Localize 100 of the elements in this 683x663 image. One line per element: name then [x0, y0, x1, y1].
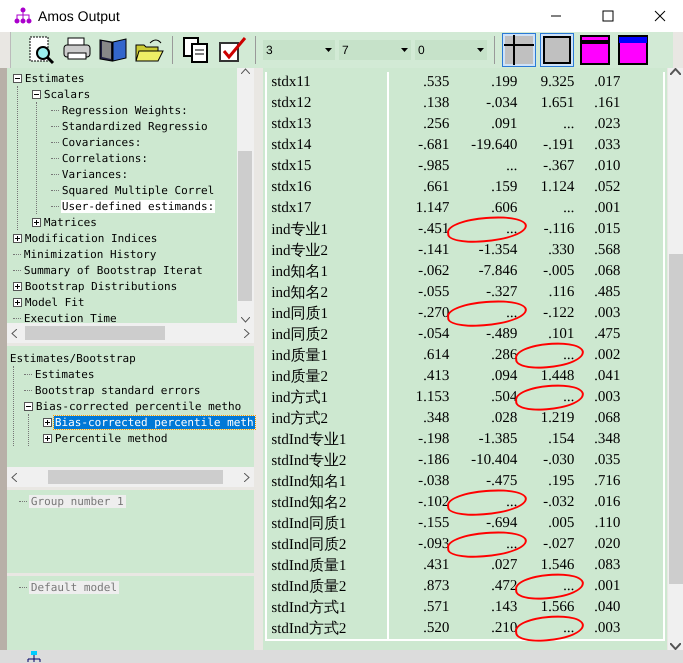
tree-item[interactable]: Variances:: [60, 168, 130, 180]
row-label: stdx14: [270, 137, 312, 154]
scroll-thumb[interactable]: [668, 254, 683, 584]
scroll-right-icon[interactable]: [244, 328, 250, 338]
tree-item[interactable]: Estimates/Bootstrap: [8, 352, 137, 364]
table-cell-text: 1.147: [414, 200, 450, 217]
scroll-down-icon[interactable]: [240, 317, 250, 323]
table-cell-text: 1.124: [540, 179, 574, 196]
tree-item[interactable]: Bootstrap Distributions: [24, 280, 178, 292]
table-cell-text: .520: [422, 620, 450, 637]
row-label: stdInd专业1: [270, 430, 346, 449]
row-label: ind知名1: [270, 263, 328, 281]
table-cell-text: .571: [422, 599, 450, 616]
dropdown-arrow-icon[interactable]: [401, 48, 408, 52]
table-cell-text: -.155: [417, 515, 450, 532]
tree-item[interactable]: Minimization History: [22, 248, 158, 260]
scroll-thumb[interactable]: [238, 150, 252, 300]
table-cell-text: .154: [547, 431, 574, 448]
tree-item[interactable]: Standardized Regressio: [60, 120, 209, 132]
table-cell-text: .003: [593, 389, 620, 406]
tree-item[interactable]: Bias-corrected percentile meth: [54, 416, 255, 428]
table-cell-text: .020: [593, 536, 620, 553]
tree-item[interactable]: Bias-corrected percentile metho: [34, 400, 242, 412]
row-label: stdx13: [270, 116, 312, 133]
number-dropdown[interactable]: 7: [339, 40, 411, 60]
table-cell: ...: [517, 578, 574, 595]
checkbox-icon[interactable]: [216, 35, 248, 65]
table-cell-text: .101: [547, 326, 574, 343]
scroll-up-icon[interactable]: [240, 68, 250, 74]
tree-item[interactable]: Execution Time: [22, 312, 118, 323]
row-label: stdInd知名1: [270, 473, 346, 491]
tree-item[interactable]: Estimates: [24, 72, 86, 84]
table-cell-text: .041: [593, 368, 620, 385]
scroll-thumb[interactable]: [25, 326, 166, 340]
table-cell-text: .568: [593, 242, 620, 259]
scroll-right-icon[interactable]: [244, 472, 250, 482]
tree-item[interactable]: Scalars: [42, 88, 92, 100]
table-cell-text: 1.566: [540, 599, 574, 616]
row-label: ind同质2: [270, 326, 328, 344]
expand-icon[interactable]: [12, 234, 22, 242]
table-cell-text: .472: [490, 578, 518, 595]
view-toggle-button[interactable]: [540, 33, 574, 67]
table-cell-text: 1.546: [540, 557, 574, 574]
view-toggle-button[interactable]: [502, 33, 536, 67]
tree-item[interactable]: Matrices: [42, 216, 98, 228]
scroll-up-icon[interactable]: [670, 68, 682, 75]
expand-icon[interactable]: [32, 218, 41, 226]
tree-item[interactable]: Bootstrap standard errors: [34, 384, 202, 396]
expand-icon[interactable]: [12, 282, 22, 290]
group-item[interactable]: Group number 1: [28, 494, 126, 508]
tree-item[interactable]: Estimates: [34, 368, 96, 380]
row-label: stdx16: [270, 179, 312, 196]
table-cell-text: .716: [593, 473, 620, 490]
table-cell-text: 9.325: [540, 74, 574, 91]
collapse-icon[interactable]: [32, 90, 41, 98]
tree-item[interactable]: Model Fit: [24, 296, 86, 308]
table-cell-text: .606: [490, 200, 518, 217]
expand-icon[interactable]: [42, 418, 52, 426]
tree-item[interactable]: Covariances:: [60, 136, 142, 148]
table-cell-text: -.327: [485, 284, 518, 301]
expand-icon[interactable]: [12, 298, 22, 306]
scroll-thumb[interactable]: [48, 470, 223, 484]
table-cell-text: -.062: [417, 263, 450, 280]
tree-item[interactable]: Squared Multiple Correl: [60, 184, 216, 196]
collapse-icon[interactable]: [24, 402, 33, 410]
model-item[interactable]: Default model: [28, 580, 119, 594]
table-cell: ...: [517, 347, 574, 364]
table-cell-text: -.681: [417, 137, 450, 154]
scroll-left-icon[interactable]: [10, 328, 17, 338]
view-toggle-button[interactable]: [578, 33, 612, 67]
table-cell-text: .535: [422, 74, 450, 91]
tree-item[interactable]: Summary of Bootstrap Iterat: [22, 264, 204, 276]
table-cell-text: .330: [547, 242, 574, 259]
dropdown-arrow-icon[interactable]: [325, 48, 332, 52]
table-cell-text: -.186: [417, 452, 450, 469]
table-cell-text: .159: [490, 179, 518, 196]
table-cell-text: -.198: [417, 431, 450, 448]
tree-item[interactable]: Regression Weights:: [60, 104, 189, 116]
table-cell-text: -.034: [485, 95, 518, 112]
table-cell-text: ...: [505, 158, 518, 175]
row-label: stdInd知名2: [270, 494, 346, 512]
table-cell-text: -.122: [542, 305, 574, 322]
tree-item[interactable]: Modification Indices: [24, 232, 158, 244]
tree-item[interactable]: User-defined estimands:: [60, 200, 216, 212]
tree-item[interactable]: Percentile method: [54, 432, 168, 444]
scroll-down-icon[interactable]: [670, 643, 682, 650]
table-cell-text: -.030: [542, 452, 574, 469]
collapse-icon[interactable]: [12, 74, 22, 82]
table-cell: ...: [517, 389, 574, 406]
tree-item[interactable]: Correlations:: [60, 152, 149, 164]
row-label: stdx17: [270, 200, 312, 217]
expand-icon[interactable]: [42, 434, 52, 442]
row-label: stdx12: [270, 95, 312, 112]
table-cell-text: .040: [593, 599, 620, 616]
number-dropdown[interactable]: 3: [263, 40, 335, 60]
dropdown-arrow-icon[interactable]: [477, 48, 484, 52]
view-toggle-button[interactable]: [616, 33, 650, 67]
table-cell-text: .028: [490, 410, 518, 427]
scroll-left-icon[interactable]: [10, 472, 17, 482]
number-dropdown[interactable]: 0: [415, 40, 487, 60]
